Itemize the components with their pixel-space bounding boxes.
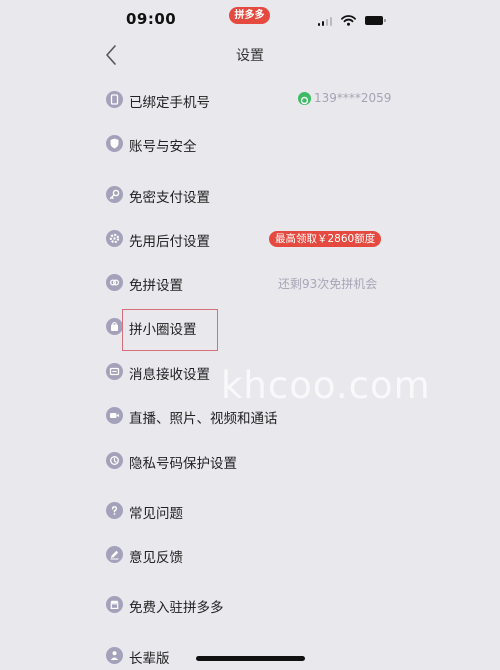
wifi-icon <box>341 15 356 26</box>
settings-item-account-security[interactable]: 账号与安全 <box>0 130 500 158</box>
settings-item-pay-later[interactable]: 先用后付设置 最高领取￥2860额度 <box>0 225 500 253</box>
settings-item-label: 免拼设置 <box>129 278 183 294</box>
settings-item-label: 拼小圈设置 <box>129 322 197 338</box>
signal-bars-icon <box>318 16 332 26</box>
pencil-icon <box>106 546 123 563</box>
store-icon <box>106 596 123 613</box>
settings-item-label: 直播、照片、视频和通话 <box>129 411 278 427</box>
settings-item-notifications[interactable]: 消息接收设置 <box>0 358 500 386</box>
video-icon <box>106 407 123 424</box>
status-time: 09:00 <box>126 10 177 28</box>
settings-item-label: 免费入驻拼多多 <box>129 600 224 616</box>
status-icons <box>318 14 386 26</box>
privacy-icon <box>106 452 123 469</box>
settings-item-label: 消息接收设置 <box>129 367 210 383</box>
battery-icon <box>365 16 386 25</box>
settings-item-privacy-number[interactable]: 隐私号码保护设置 <box>0 447 500 475</box>
settings-item-merchant[interactable]: 免费入驻拼多多 <box>0 591 500 619</box>
settings-item-label: 先用后付设置 <box>129 234 210 250</box>
settings-item-label: 账号与安全 <box>129 139 197 155</box>
settings-item-password-free-pay[interactable]: 免密支付设置 <box>0 181 500 209</box>
settings-item-label: 常见问题 <box>129 506 183 522</box>
settings-item-faq[interactable]: 常见问题 <box>0 497 500 525</box>
verified-shield-icon <box>298 91 311 105</box>
page-title: 设置 <box>236 48 264 64</box>
bound-phone-value: 139****2059 <box>298 91 391 105</box>
phone-number: 139****2059 <box>314 91 392 105</box>
key-icon <box>106 186 123 203</box>
settings-item-bound-phone[interactable]: 已绑定手机号 139****2059 <box>0 86 500 114</box>
settings-item-label: 隐私号码保护设置 <box>129 456 237 472</box>
status-bar: 09:00 拼多多 <box>0 0 500 40</box>
link-icon <box>106 274 123 291</box>
settings-item-free-group[interactable]: 免拼设置 还剩93次免拼机会 <box>0 269 500 297</box>
home-indicator[interactable] <box>196 656 305 661</box>
bag-icon <box>106 318 123 335</box>
person-icon <box>106 647 123 664</box>
question-icon <box>106 502 123 519</box>
gear-icon <box>106 230 123 247</box>
phone-icon <box>106 91 123 108</box>
promo-badge[interactable]: 最高领取￥2860额度 <box>269 231 382 247</box>
settings-item-pin-circle[interactable]: 拼小圈设置 <box>0 313 500 341</box>
app-badge[interactable]: 拼多多 <box>229 7 270 24</box>
message-icon <box>106 363 123 380</box>
nav-bar: 设置 <box>0 38 500 72</box>
settings-item-media-permissions[interactable]: 直播、照片、视频和通话 <box>0 402 500 430</box>
settings-item-label: 意见反馈 <box>129 550 183 566</box>
settings-item-label: 长辈版 <box>129 651 170 667</box>
shield-icon <box>106 135 123 152</box>
settings-item-label: 已绑定手机号 <box>129 95 210 111</box>
settings-item-label: 免密支付设置 <box>129 190 210 206</box>
free-group-hint: 还剩93次免拼机会 <box>278 277 378 291</box>
settings-item-feedback[interactable]: 意见反馈 <box>0 541 500 569</box>
